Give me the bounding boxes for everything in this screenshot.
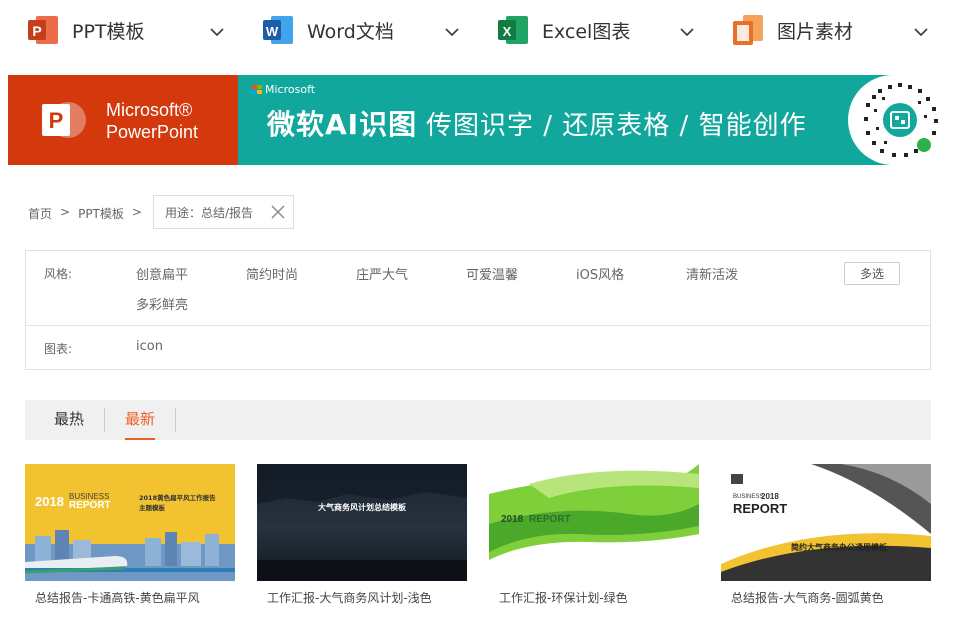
nav-item-word[interactable]: W Word文档 [261,10,394,50]
thumb-report: REPORT [529,514,571,525]
breadcrumb-section[interactable]: PPT模板 [78,205,124,222]
sort-tabs: 最热 最新 [25,400,931,440]
word-icon: W [261,13,295,47]
nav-label: PPT模板 [72,20,145,43]
template-card[interactable]: 2018 REPORT 工作汇报-环保计划-绿色 [489,464,699,606]
chevron-down-icon[interactable] [445,24,459,38]
thumb-title: 简约大气商务办公通用模板 [791,543,887,552]
template-thumbnail[interactable]: 2018 REPORT [489,464,699,581]
banner-title: 微软AI识图 [267,108,418,141]
filter-option-chart[interactable]: icon [136,339,163,354]
multi-select-button[interactable]: 多选 [844,262,900,285]
wordmark-line2: PowerPoint [106,122,199,142]
filter-option-style[interactable]: 多彩鲜亮 [136,294,188,313]
thumb-report: REPORT [733,501,788,516]
wordmark-line1: Microsoft® [106,100,193,120]
thumb-year: 2018 [761,492,779,501]
filter-option-style[interactable]: 清新活泼 [686,264,738,283]
chevron-down-icon[interactable] [210,24,224,38]
template-thumbnail[interactable]: BUSINESS 2018 REPORT 简约大气商务办公通用模板 [721,464,931,581]
chart-filter-label: 图表: [44,342,73,356]
svg-text:P: P [49,108,64,133]
breadcrumb-separator: > [60,205,71,219]
nav-label: 图片素材 [777,20,854,43]
thumb-year: 2018 [35,494,64,509]
close-icon[interactable] [271,205,285,219]
excel-icon: X [496,13,530,47]
thumb-title: 2018黄色扁平风工作报告 [139,494,216,502]
svg-text:X: X [503,24,512,39]
active-filter-tag: 用途：总结/报告 [153,195,294,229]
microsoft-small-logo: Microsoft [252,83,315,96]
microsoft-logo-icon [252,84,262,95]
template-caption[interactable]: 总结报告-卡通高铁-黄色扁平风 [35,589,235,606]
thumb-report: REPORT [69,500,111,511]
thumb-year: 2018 [501,514,524,525]
powerpoint-brand-block: P Microsoft® PowerPoint [8,75,238,165]
breadcrumb: 首页 > PPT模板 > [28,205,150,222]
style-filter-label: 风格: [44,267,73,281]
banner-subtitle: 传图识字 / 还原表格 / 智能创作 [426,111,807,141]
divider [104,408,105,432]
template-caption[interactable]: 总结报告-大气商务-圆弧黄色 [731,589,931,606]
template-card[interactable]: BUSINESS 2018 REPORT 简约大气商务办公通用模板 总结报告-大… [721,464,931,606]
nav-label: Word文档 [307,20,394,43]
image-material-icon [731,13,765,47]
tab-newest[interactable]: 最新 [125,400,156,440]
svg-text:P: P [32,23,41,39]
qr-code[interactable] [848,75,948,165]
filter-panel: 风格: 创意扁平 简约时尚 庄严大气 可爱温馨 iOS风格 清新活泼 多彩鲜亮 … [25,250,931,370]
svg-text:W: W [266,24,279,39]
template-thumbnail[interactable]: 大气商务风计划总结模板 [257,464,467,581]
divider [175,408,176,432]
nav-item-ppt[interactable]: P PPT模板 [26,10,145,50]
active-filter-label: 用途：总结/报告 [165,205,254,220]
nav-item-images[interactable]: 图片素材 [731,10,853,50]
filter-option-style[interactable]: 可爱温馨 [466,264,518,283]
template-card[interactable]: 大气商务风计划总结模板 工作汇报-大气商务风计划-浅色 [257,464,467,606]
thumb-title: 大气商务风计划总结模板 [318,503,406,512]
powerpoint-logo-icon: P [40,96,88,144]
filter-option-style[interactable]: 创意扁平 [136,264,188,283]
filter-option-style[interactable]: 庄严大气 [356,264,408,283]
filter-option-style[interactable]: iOS风格 [576,264,624,283]
microsoft-label: Microsoft [265,83,316,96]
breadcrumb-separator: > [131,205,142,219]
powerpoint-icon: P [26,13,60,47]
thumb-subtitle: 主题模板 [139,504,165,512]
filter-option-style[interactable]: 简约时尚 [246,264,298,283]
chevron-down-icon[interactable] [680,24,694,38]
ad-banner[interactable]: P Microsoft® PowerPoint Microsoft 微软AI识图… [8,75,948,165]
microsoft-powerpoint-wordmark: Microsoft® PowerPoint [106,99,198,143]
chevron-down-icon[interactable] [914,24,928,38]
thumb-business: BUSINESS [733,494,764,500]
tab-hot[interactable]: 最热 [54,400,84,440]
divider [26,325,930,326]
template-card[interactable]: 2018 BUSINESS REPORT 2018黄色扁平风工作报告 主题模板 … [25,464,235,606]
top-nav: P PPT模板 W Word文档 X Excel图表 图片素材 [0,0,977,62]
nav-item-excel[interactable]: X Excel图表 [496,10,630,50]
template-thumbnail[interactable]: 2018 BUSINESS REPORT 2018黄色扁平风工作报告 主题模板 [25,464,235,581]
template-caption[interactable]: 工作汇报-环保计划-绿色 [499,589,699,606]
breadcrumb-home[interactable]: 首页 [28,205,52,222]
nav-label: Excel图表 [542,20,631,43]
template-caption[interactable]: 工作汇报-大气商务风计划-浅色 [267,589,467,606]
